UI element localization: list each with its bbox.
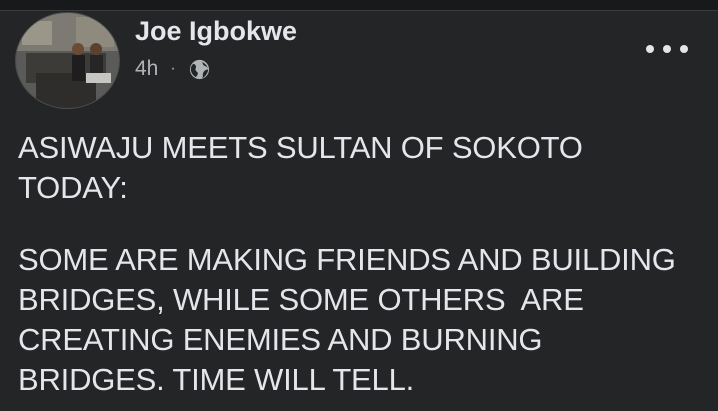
post-timestamp[interactable]: 4h bbox=[135, 57, 158, 81]
more-dot bbox=[663, 45, 671, 53]
avatar[interactable] bbox=[15, 12, 120, 109]
author-name[interactable]: Joe Igbokwe bbox=[135, 16, 297, 47]
meta-separator: · bbox=[170, 60, 176, 77]
more-options-icon[interactable] bbox=[646, 38, 688, 60]
post-paragraph: ASIWAJU MEETS SULTAN OF SOKOTO TODAY: bbox=[18, 130, 583, 205]
post-paragraph: SOME ARE MAKING FRIENDS AND BUILDING BRI… bbox=[18, 242, 676, 397]
post-meta: 4h · bbox=[135, 57, 211, 81]
post-text: ASIWAJU MEETS SULTAN OF SOKOTO TODAY: SO… bbox=[18, 128, 708, 400]
more-dot bbox=[680, 45, 688, 53]
post-header: Joe Igbokwe 4h · bbox=[0, 10, 718, 110]
paragraph-spacer bbox=[18, 208, 708, 240]
globe-icon[interactable] bbox=[188, 58, 211, 81]
avatar-photo bbox=[16, 13, 119, 108]
more-dot bbox=[646, 45, 654, 53]
